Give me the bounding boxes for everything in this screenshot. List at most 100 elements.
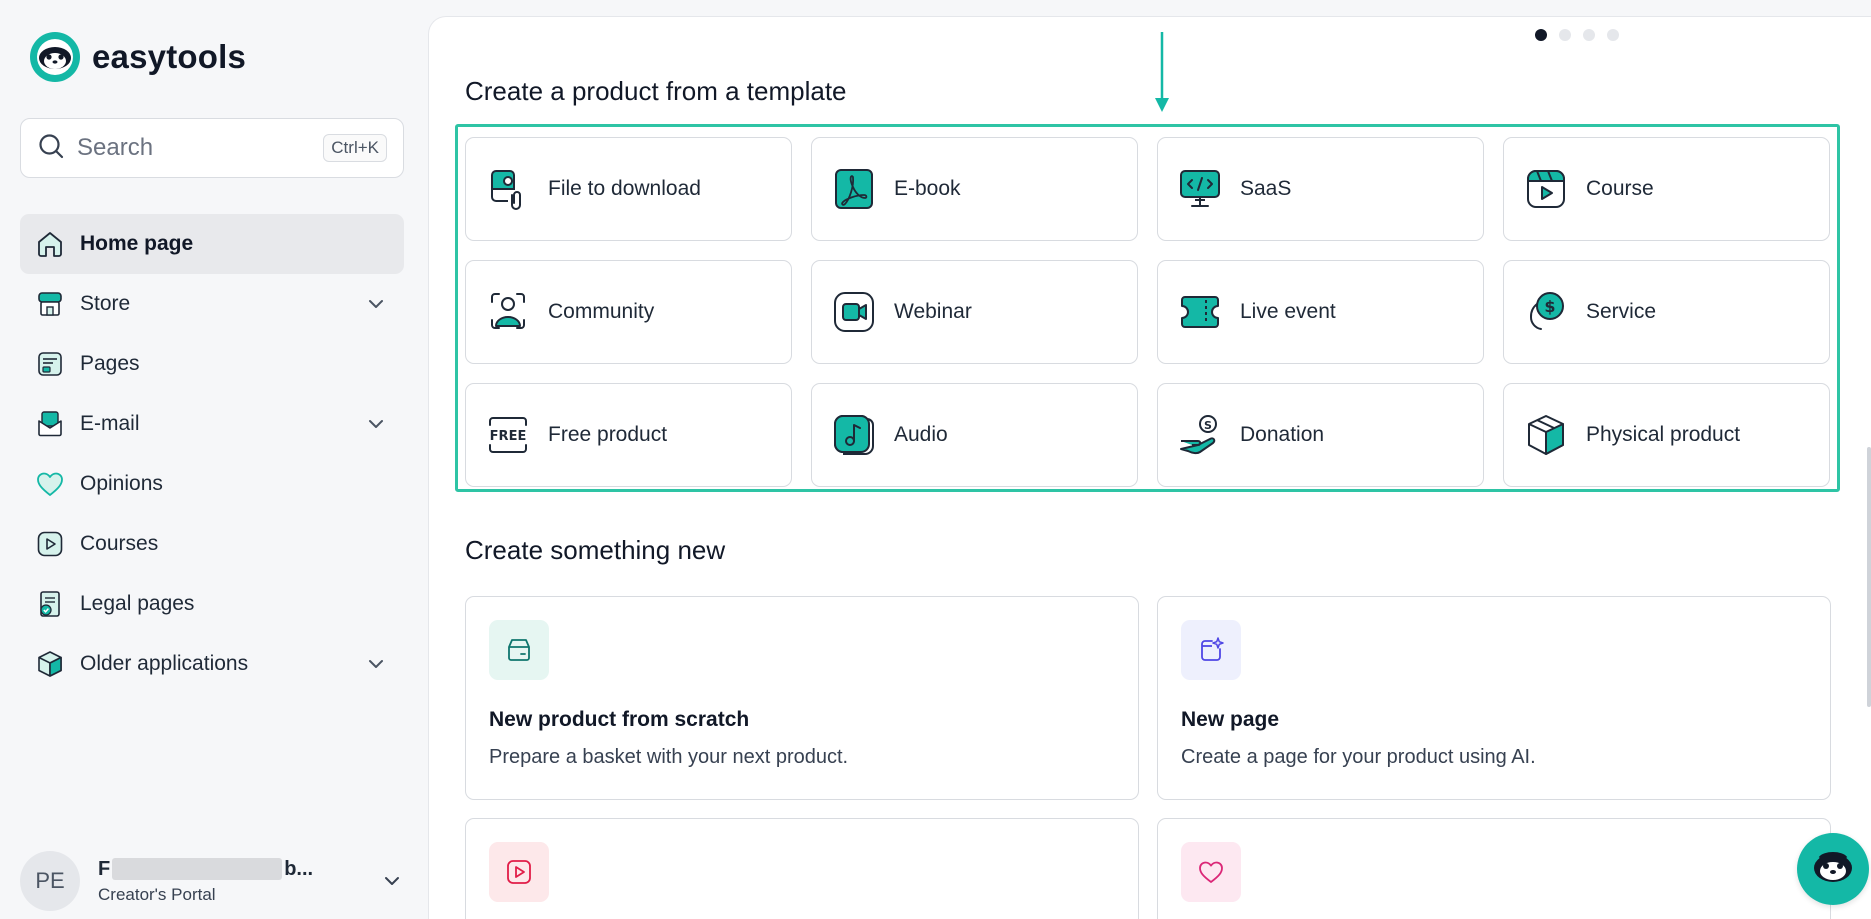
svg-text:$: $	[1544, 297, 1555, 316]
sidebar-item-courses[interactable]: Courses	[20, 514, 404, 574]
scrollbar[interactable]	[1867, 447, 1871, 707]
play-icon	[34, 528, 66, 560]
arrow-down-icon	[1151, 32, 1173, 121]
template-live-event[interactable]: Live event	[1157, 260, 1484, 364]
template-label: Live event	[1240, 300, 1336, 323]
sidebar-item-e-mail[interactable]: E-mail	[20, 394, 404, 454]
card-title: New product from scratch	[489, 708, 750, 731]
sidebar-item-label: E-mail	[80, 412, 140, 435]
templates-grid: File to download E-book SaaS Course Comm…	[465, 137, 1831, 487]
play-icon	[489, 842, 549, 902]
new-product-from-scratch-card[interactable]: New product from scratch Prepare a baske…	[465, 596, 1139, 800]
template-label: Audio	[894, 423, 948, 446]
user-name: F b...	[98, 858, 362, 881]
sidebar-item-label: Older applications	[80, 652, 249, 675]
legal-icon	[34, 588, 66, 620]
heart-icon	[1181, 842, 1241, 902]
template-label: E-book	[894, 177, 961, 200]
carousel-dot[interactable]	[1535, 29, 1547, 41]
store-icon	[34, 288, 66, 320]
user-menu[interactable]: PE F b... Creator's Portal	[20, 851, 404, 911]
create-new-title: Create something new	[465, 535, 726, 565]
carousel-dots	[1535, 29, 1619, 41]
ticket-icon	[1178, 290, 1222, 334]
carousel-dot[interactable]	[1559, 29, 1571, 41]
brand-logo[interactable]: easytools	[30, 32, 246, 82]
create-new-grid: New product from scratch Prepare a baske…	[465, 596, 1831, 919]
heart-icon	[34, 468, 66, 500]
search-input[interactable]: Search	[77, 134, 311, 162]
package-icon	[1524, 413, 1568, 457]
sidebar-item-older-applications[interactable]: Older applications	[20, 634, 404, 694]
sidebar-item-legal-pages[interactable]: Legal pages	[20, 574, 404, 634]
new-opinion-card[interactable]	[1157, 818, 1831, 919]
card-description: Prepare a basket with your next product.	[489, 746, 849, 768]
chevron-down-icon[interactable]	[380, 869, 404, 893]
template-label: Free product	[548, 423, 668, 446]
carousel-dot[interactable]	[1583, 29, 1595, 41]
sidebar-item-label: Legal pages	[80, 592, 195, 615]
sidebar-item-label: Opinions	[80, 472, 163, 495]
pages-icon	[34, 348, 66, 380]
basket-icon	[489, 620, 549, 680]
user-name-end: b...	[284, 857, 314, 880]
template-webinar[interactable]: Webinar	[811, 260, 1138, 364]
template-e-book[interactable]: E-book	[811, 137, 1138, 241]
new-course-card[interactable]	[465, 818, 1139, 919]
mail-icon	[34, 408, 66, 440]
template-label: Course	[1586, 177, 1654, 200]
template-service[interactable]: $ Service	[1503, 260, 1830, 364]
sloth-logo-icon	[30, 32, 80, 82]
service-dollar-icon: $	[1524, 290, 1568, 334]
user-info: F b... Creator's Portal	[98, 858, 362, 905]
template-community[interactable]: Community	[465, 260, 792, 364]
brand-name: easytools	[92, 38, 247, 75]
template-saas[interactable]: SaaS	[1157, 137, 1484, 241]
music-note-icon	[832, 413, 876, 457]
search-box[interactable]: Search Ctrl+K	[20, 118, 404, 178]
chevron-down-icon[interactable]	[364, 412, 388, 436]
community-icon	[486, 290, 530, 334]
chevron-down-icon[interactable]	[364, 292, 388, 316]
sidebar-item-label: Store	[80, 292, 131, 315]
template-course[interactable]: Course	[1503, 137, 1830, 241]
template-physical-product[interactable]: Physical product	[1503, 383, 1830, 487]
chevron-down-icon[interactable]	[364, 652, 388, 676]
carousel-dot[interactable]	[1607, 29, 1619, 41]
template-label: Service	[1586, 300, 1657, 323]
donation-hand-icon: S	[1178, 413, 1222, 457]
free-icon: FREE	[486, 413, 530, 457]
user-subtitle: Creator's Portal	[98, 884, 216, 904]
card-title: New page	[1181, 708, 1280, 731]
template-label: Donation	[1240, 423, 1325, 446]
template-label: Community	[548, 300, 655, 323]
chat-widget-button[interactable]	[1797, 833, 1869, 905]
sidebar-item-home-page[interactable]: Home page	[20, 214, 404, 274]
search-shortcut: Ctrl+K	[323, 134, 387, 162]
template-free-product[interactable]: FREE Free product	[465, 383, 792, 487]
sidebar-item-store[interactable]: Store	[20, 274, 404, 334]
box-icon	[34, 648, 66, 680]
template-label: File to download	[548, 177, 701, 200]
file-download-icon	[486, 167, 530, 211]
avatar: PE	[20, 851, 80, 911]
sidebar-item-label: Home page	[80, 232, 194, 255]
sidebar-item-label: Courses	[80, 532, 159, 555]
template-donation[interactable]: S Donation	[1157, 383, 1484, 487]
user-name-start: F	[98, 857, 111, 880]
sidebar: easytools Search Ctrl+K Home page Store	[0, 0, 428, 919]
course-video-icon	[1524, 167, 1568, 211]
new-page-card[interactable]: New page Create a page for your product …	[1157, 596, 1831, 800]
template-label: Webinar	[894, 300, 972, 323]
template-label: Physical product	[1586, 423, 1741, 446]
monitor-code-icon	[1178, 167, 1222, 211]
redacted-text	[112, 858, 283, 880]
card-description: Create a page for your product using AI.	[1181, 746, 1536, 768]
sidebar-item-pages[interactable]: Pages	[20, 334, 404, 394]
template-file-to-download[interactable]: File to download	[465, 137, 792, 241]
template-audio[interactable]: Audio	[811, 383, 1138, 487]
svg-text:FREE: FREE	[490, 429, 527, 444]
svg-text:S: S	[1204, 419, 1212, 432]
sidebar-item-opinions[interactable]: Opinions	[20, 454, 404, 514]
sloth-chat-icon	[1810, 844, 1856, 895]
